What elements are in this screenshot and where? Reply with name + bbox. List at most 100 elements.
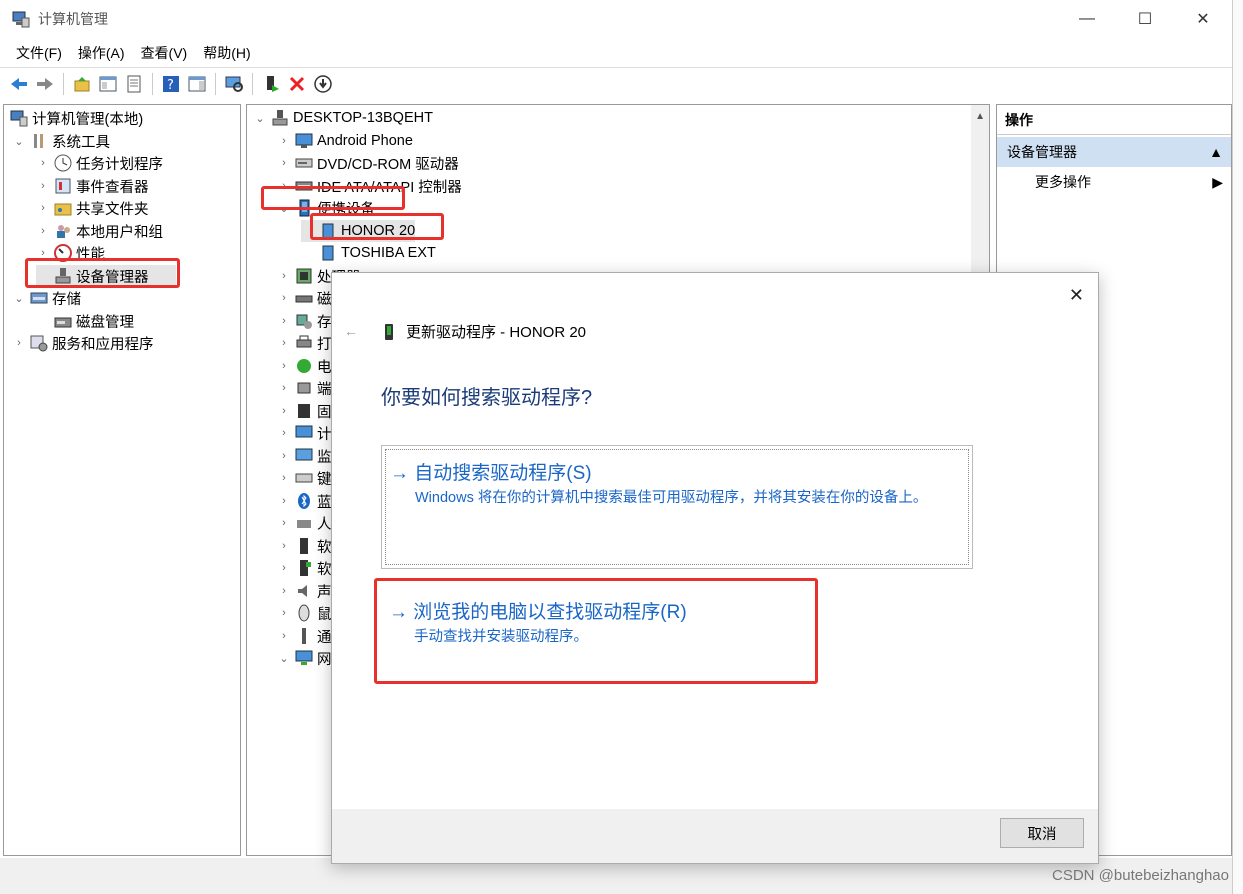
computer-icon bbox=[271, 109, 289, 127]
uninstall-x-icon[interactable] bbox=[286, 73, 308, 95]
tree-item-disk-management[interactable]: 磁盘管理 bbox=[36, 310, 134, 332]
tree-label: 监 bbox=[317, 449, 332, 466]
device-item[interactable]: › 键 bbox=[277, 467, 331, 489]
chevron-right-icon[interactable]: › bbox=[277, 517, 291, 529]
device-item[interactable]: › 声 bbox=[277, 580, 331, 602]
minimize-button[interactable]: — bbox=[1058, 0, 1116, 38]
chevron-right-icon[interactable]: › bbox=[277, 270, 291, 282]
more-actions-item[interactable]: 更多操作 ▶ bbox=[997, 167, 1231, 197]
chevron-right-icon[interactable]: › bbox=[36, 157, 50, 169]
show-hide-tree-icon[interactable] bbox=[97, 73, 119, 95]
chevron-right-icon[interactable]: › bbox=[277, 292, 291, 304]
update-driver-icon[interactable] bbox=[260, 73, 282, 95]
highlight-box bbox=[374, 578, 818, 684]
device-item[interactable]: › 人 bbox=[277, 512, 331, 534]
chevron-right-icon[interactable]: › bbox=[277, 472, 291, 484]
network-icon bbox=[295, 649, 313, 667]
chevron-right-icon[interactable]: › bbox=[277, 337, 291, 349]
actions-group-device-manager[interactable]: 设备管理器 ▲ bbox=[997, 137, 1231, 167]
services-icon bbox=[30, 334, 48, 352]
chevron-right-icon[interactable]: › bbox=[277, 382, 291, 394]
tree-item-system-tools[interactable]: ⌄ 系统工具 bbox=[12, 130, 110, 152]
chevron-right-icon[interactable]: › bbox=[277, 360, 291, 372]
device-item[interactable]: › 通 bbox=[277, 625, 332, 647]
chevron-right-icon[interactable]: › bbox=[36, 225, 50, 237]
computer-monitor-icon bbox=[295, 424, 313, 442]
chevron-right-icon[interactable]: › bbox=[277, 562, 291, 574]
tree-item-services-apps[interactable]: › 服务和应用程序 bbox=[12, 332, 154, 354]
device-android-phone[interactable]: › Android Phone bbox=[277, 130, 413, 152]
chevron-right-icon[interactable]: › bbox=[36, 180, 50, 192]
device-item[interactable]: › 打 bbox=[277, 332, 332, 354]
tree-item-storage[interactable]: ⌄ 存储 bbox=[12, 287, 81, 309]
device-item[interactable]: › 固 bbox=[277, 400, 332, 422]
device-item[interactable]: › 监 bbox=[277, 445, 332, 467]
chevron-right-icon[interactable]: › bbox=[277, 405, 291, 417]
dialog-heading: 你要如何搜索驱动程序? bbox=[381, 387, 593, 409]
chevron-right-icon[interactable]: › bbox=[277, 607, 291, 619]
chevron-right-icon[interactable]: › bbox=[277, 157, 291, 169]
help-icon[interactable]: ? bbox=[160, 73, 182, 95]
properties-icon[interactable] bbox=[123, 73, 145, 95]
device-item[interactable]: › 软 bbox=[277, 535, 332, 557]
caret-up-icon[interactable]: ▲ bbox=[1209, 144, 1223, 160]
chevron-right-icon[interactable]: › bbox=[277, 630, 291, 642]
device-item[interactable]: › 计 bbox=[277, 422, 332, 444]
back-arrow-icon[interactable] bbox=[8, 73, 30, 95]
device-dvd[interactable]: › DVD/CD-ROM 驱动器 bbox=[277, 152, 459, 174]
chevron-down-icon[interactable]: ⌄ bbox=[253, 112, 267, 125]
up-folder-icon[interactable] bbox=[71, 73, 93, 95]
chevron-right-icon[interactable]: › bbox=[12, 337, 26, 349]
tree-label: 软 bbox=[317, 539, 332, 556]
chevron-down-icon[interactable]: ⌄ bbox=[12, 292, 26, 305]
maximize-button[interactable]: ☐ bbox=[1116, 0, 1174, 38]
auto-search-option[interactable]: → 自动搜索驱动程序(S) Windows 将在你的计算机中搜索最佳可用驱动程序… bbox=[381, 445, 973, 569]
cancel-button[interactable]: 取消 bbox=[1000, 818, 1084, 848]
dialog-close-icon[interactable]: ✕ bbox=[1069, 285, 1084, 306]
chevron-right-icon[interactable]: › bbox=[277, 315, 291, 327]
menu-view[interactable]: 查看(V) bbox=[133, 43, 196, 63]
device-root[interactable]: ⌄ DESKTOP-13BQEHT bbox=[253, 107, 433, 129]
dialog-title-text: 更新驱动程序 - HONOR 20 bbox=[406, 324, 587, 341]
chevron-right-icon[interactable]: › bbox=[277, 135, 291, 147]
chevron-right-icon[interactable]: › bbox=[277, 585, 291, 597]
chevron-right-icon[interactable]: › bbox=[36, 202, 50, 214]
chevron-right-icon[interactable]: › bbox=[277, 495, 291, 507]
device-item[interactable]: › 软 bbox=[277, 557, 332, 579]
tree-item-local-users[interactable]: › 本地用户和组 bbox=[36, 220, 163, 242]
forward-arrow-icon[interactable] bbox=[34, 73, 56, 95]
chevron-right-icon[interactable]: › bbox=[277, 540, 291, 552]
device-item[interactable]: › 端 bbox=[277, 377, 331, 399]
tree-label: 系统工具 bbox=[52, 134, 110, 151]
device-item[interactable]: › 磁 bbox=[277, 287, 331, 309]
device-item[interactable]: › 蓝 bbox=[277, 490, 332, 512]
chevron-down-icon[interactable]: ⌄ bbox=[12, 135, 26, 148]
speaker-icon bbox=[295, 582, 313, 600]
tree-item-task-scheduler[interactable]: › 任务计划程序 bbox=[36, 152, 163, 174]
download-circle-icon[interactable] bbox=[312, 73, 334, 95]
device-item[interactable]: › 电 bbox=[277, 355, 332, 377]
shared-folder-icon bbox=[54, 199, 72, 217]
device-item[interactable]: › 鼠 bbox=[277, 602, 332, 624]
menu-help[interactable]: 帮助(H) bbox=[195, 43, 258, 63]
chevron-right-icon[interactable]: › bbox=[277, 427, 291, 439]
tree-label: DVD/CD-ROM 驱动器 bbox=[317, 156, 459, 173]
tree-label: 鼠 bbox=[317, 606, 332, 623]
back-arrow-icon[interactable]: ← bbox=[344, 323, 358, 339]
device-item[interactable]: › 存 bbox=[277, 310, 332, 332]
chevron-down-icon[interactable]: ⌄ bbox=[277, 652, 291, 665]
chevron-right-icon[interactable]: › bbox=[277, 450, 291, 462]
scroll-up-icon[interactable]: ▲ bbox=[975, 111, 985, 122]
device-item[interactable]: ⌄ 网 bbox=[277, 647, 332, 669]
tree-item-event-viewer[interactable]: › 事件查看器 bbox=[36, 175, 149, 197]
highlight-box bbox=[310, 213, 444, 240]
close-button[interactable]: ✕ bbox=[1174, 0, 1232, 38]
window-title: 计算机管理 bbox=[38, 11, 108, 27]
tree-root[interactable]: 计算机管理(本地) bbox=[6, 107, 143, 129]
menu-action[interactable]: 操作(A) bbox=[70, 43, 133, 63]
menu-file[interactable]: 文件(F) bbox=[8, 43, 70, 63]
scan-hardware-icon[interactable] bbox=[223, 73, 245, 95]
tree-item-shared-folders[interactable]: › 共享文件夹 bbox=[36, 197, 148, 219]
device-toshiba[interactable]: TOSHIBA EXT bbox=[301, 242, 436, 264]
show-action-pane-icon[interactable] bbox=[186, 73, 208, 95]
